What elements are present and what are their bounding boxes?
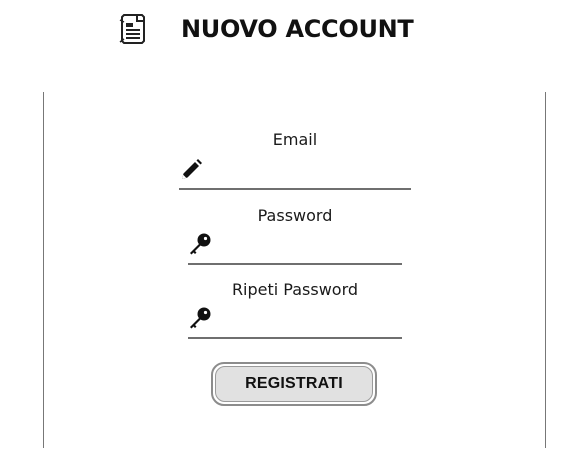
page-title: NUOVO ACCOUNT [181,15,414,43]
email-field-row [179,154,411,190]
document-icon [118,13,148,45]
email-field[interactable] [209,160,407,184]
repeat-password-field[interactable] [218,308,398,332]
password-field[interactable] [218,234,398,258]
register-button[interactable]: REGISTRATI [211,362,377,406]
key-icon [188,232,212,256]
password-field-row [188,228,402,265]
repeat-password-label: Ripeti Password [231,280,359,299]
pencil-icon [179,158,203,182]
repeat-password-field-row [188,302,402,339]
register-button-label: REGISTRATI [215,366,373,402]
key-icon [188,306,212,330]
password-label: Password [257,206,333,225]
email-label: Email [272,130,318,149]
